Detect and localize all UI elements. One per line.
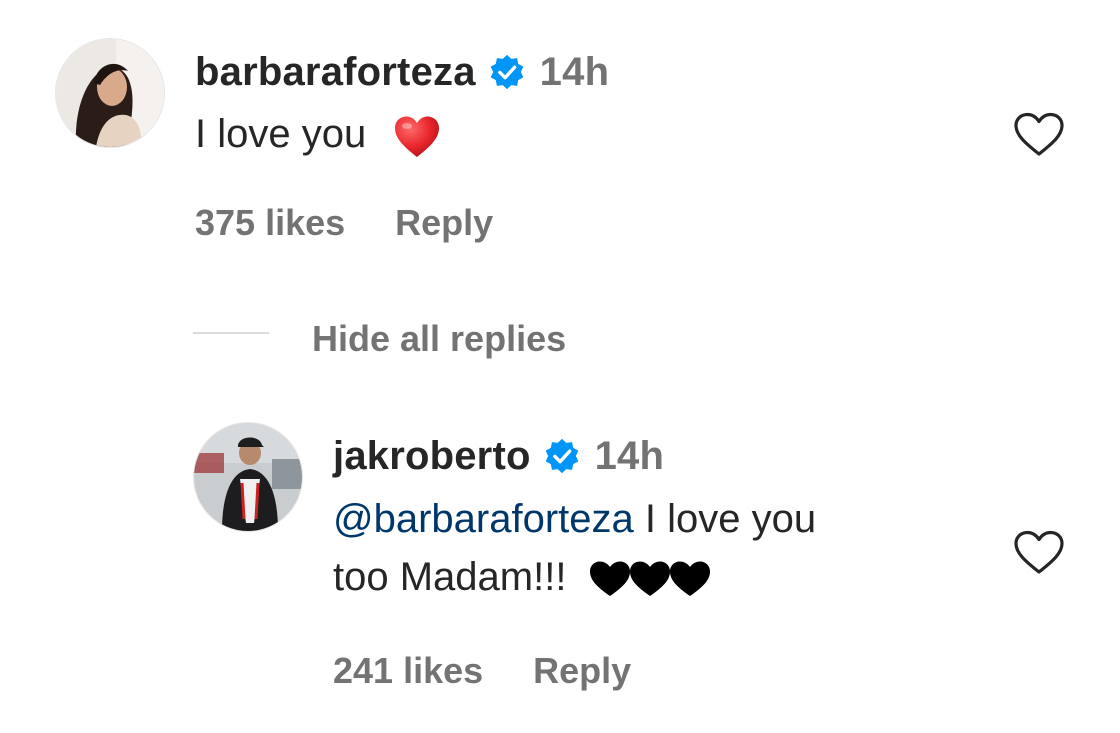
black-heart-icon: [629, 561, 670, 596]
likes-count[interactable]: 375 likes: [195, 202, 345, 243]
reply-line-1: @barbaraforteza I love you: [333, 490, 973, 548]
avatar-barbaraforteza[interactable]: [55, 38, 165, 148]
avatar-jakroberto[interactable]: [193, 422, 303, 532]
reply-body-2: too Madam!!!: [333, 555, 567, 599]
black-heart-icon: [669, 561, 710, 596]
verified-badge-icon: [490, 54, 524, 90]
reply-line-2: too Madam!!!: [333, 548, 973, 606]
reply-text: @barbaraforteza I love you too Madam!!!: [333, 490, 973, 606]
comment-time[interactable]: 14h: [540, 50, 610, 94]
red-heart-emoji-icon: [395, 116, 440, 157]
black-heart-icon: [589, 561, 630, 596]
reply-time[interactable]: 14h: [595, 434, 665, 478]
username[interactable]: jakroberto: [333, 434, 531, 478]
comment-username-row: barbaraforteza 14h: [195, 50, 609, 95]
comment-meta: 375 likes Reply: [195, 202, 493, 244]
black-hearts-emoji: [588, 555, 712, 599]
reply-button[interactable]: Reply: [395, 202, 493, 243]
comment-text: I love you: [195, 105, 441, 163]
reply-button[interactable]: Reply: [533, 650, 631, 691]
reply-body-1: I love you: [633, 497, 817, 541]
username[interactable]: barbaraforteza: [195, 50, 476, 94]
likes-count[interactable]: 241 likes: [333, 650, 483, 691]
avatar-photo: [194, 423, 302, 531]
reply-username-row: jakroberto 14h: [333, 434, 664, 479]
like-heart-icon[interactable]: [1013, 112, 1065, 158]
avatar-photo: [56, 39, 164, 147]
replies-divider: [193, 332, 269, 334]
reply-meta: 241 likes Reply: [333, 650, 631, 692]
mention-link[interactable]: @barbaraforteza: [333, 497, 634, 541]
verified-badge-icon: [545, 438, 578, 474]
hide-replies-button[interactable]: Hide all replies: [312, 318, 566, 360]
comment-body: I love you: [195, 112, 367, 156]
like-heart-icon[interactable]: [1013, 530, 1065, 576]
